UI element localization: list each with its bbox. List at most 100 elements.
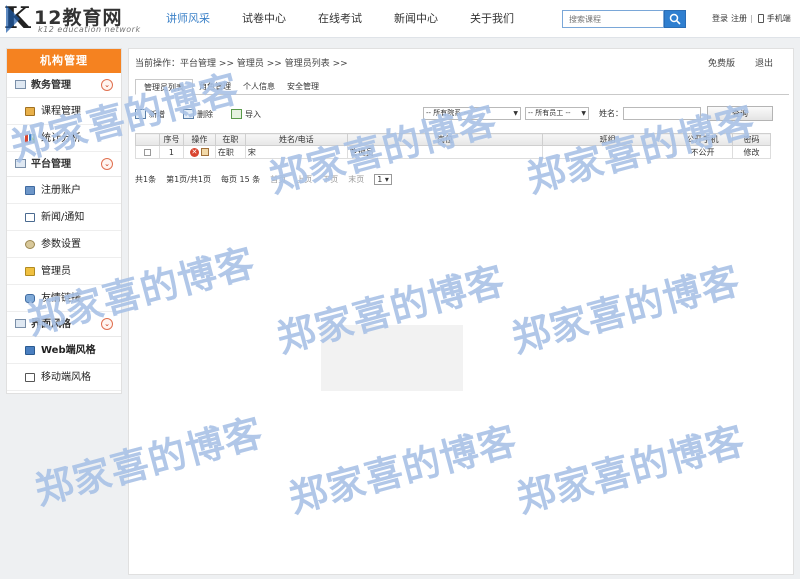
- search-button[interactable]: [664, 10, 686, 28]
- sidebar-item-links[interactable]: 友情链接: [7, 285, 121, 312]
- sidebar-item-label: Web端风格: [41, 345, 96, 356]
- sidebar-item-admins[interactable]: 管理员: [7, 258, 121, 285]
- header-password: 密码: [731, 133, 772, 146]
- sidebar-item-label: 移动端风格: [41, 372, 91, 383]
- login-link[interactable]: 登录: [712, 13, 728, 24]
- query-button[interactable]: 查询: [707, 106, 773, 121]
- breadcrumb-item[interactable]: 平台管理: [180, 59, 216, 69]
- row-select[interactable]: [135, 145, 160, 159]
- nav-item-lecturers[interactable]: 讲师风采: [150, 0, 226, 38]
- phone-icon: [757, 14, 764, 23]
- blank-placeholder: [321, 325, 463, 391]
- pager-next[interactable]: 下页: [322, 174, 338, 185]
- bar-chart-icon: [25, 134, 35, 143]
- header-select: [135, 133, 160, 146]
- cell-public-phone[interactable]: 不公开: [672, 145, 733, 159]
- platform-icon: [15, 159, 26, 168]
- cell-status: 在职: [214, 145, 246, 159]
- cell-name[interactable]: 宋: [244, 145, 348, 159]
- pager-per-page: 每页 15 条: [220, 175, 261, 184]
- sidebar-item-mobile-theme[interactable]: 移动端风格: [7, 364, 121, 391]
- page-select[interactable]: 1 ▾: [374, 174, 392, 185]
- sidebar-group-platform[interactable]: 平台管理 ⌄: [7, 152, 121, 177]
- import-label: 导入: [245, 109, 261, 119]
- staff-filter-select[interactable]: -- 所有员工 -- ▼: [525, 107, 589, 120]
- import-button[interactable]: 导入: [231, 107, 261, 121]
- nav-item-about[interactable]: 关于我们: [454, 0, 530, 38]
- nav-item-papers[interactable]: 试卷中心: [226, 0, 302, 38]
- collapse-icon[interactable]: ⌄: [101, 318, 113, 330]
- sidebar-item-label: 新闻/通知: [41, 212, 85, 223]
- top-bar: K 12教育网 k12 education network 讲师风采 试卷中心 …: [0, 0, 800, 38]
- header-post: 岗位: [346, 133, 544, 146]
- sidebar-item-label: 管理员: [41, 266, 71, 277]
- add-icon: [135, 109, 146, 119]
- import-icon: [231, 109, 242, 119]
- search-input[interactable]: [562, 10, 664, 28]
- sidebar: 机构管理 教务管理 ⌄ 课程管理 统计分析 平台管理 ⌄ 注册账户 新闻/通知: [6, 48, 122, 394]
- sidebar-item-statistics[interactable]: 统计分析: [7, 125, 121, 152]
- delete-button[interactable]: 删除: [183, 107, 213, 121]
- register-link[interactable]: 注册: [731, 13, 747, 24]
- sidebar-group-label: 平台管理: [31, 159, 71, 170]
- edit-row-icon[interactable]: [200, 148, 209, 156]
- key-icon: [25, 267, 35, 276]
- breadcrumb-item[interactable]: 管理员列表: [285, 59, 330, 69]
- school-filter-select[interactable]: -- 所有院系 -- ▼: [423, 107, 521, 120]
- delete-row-icon[interactable]: ✕: [189, 147, 199, 157]
- cell-post: 管理员: [346, 145, 544, 159]
- header-status: 在职: [214, 133, 246, 146]
- breadcrumb-separator: >>: [218, 59, 234, 69]
- checkbox[interactable]: [143, 148, 151, 156]
- top-links: 登录 注册 | 手机端: [712, 13, 791, 24]
- staff-filter-value: -- 所有员工 --: [528, 109, 571, 117]
- course-icon: [25, 107, 35, 116]
- pager-first[interactable]: 首页: [270, 174, 286, 185]
- add-button[interactable]: 新增: [135, 107, 165, 121]
- monitor-icon: [25, 346, 35, 355]
- admin-table: 序号 操作 在职 姓名/电话 岗位 班组 公开手机 密码 1 ✕ 在职 宋 管理…: [135, 133, 772, 159]
- table-header-row: 序号 操作 在职 姓名/电话 岗位 班组 公开手机 密码: [135, 133, 772, 146]
- tab-roles[interactable]: 角色管理: [193, 79, 237, 95]
- sidebar-item-label: 统计分析: [41, 133, 81, 144]
- theme-icon: [15, 319, 26, 328]
- pagination: 共1条 第1页/共1页 每页 15 条 首页 上页 下页 末页 1 ▾: [135, 174, 392, 185]
- sidebar-item-courses[interactable]: 课程管理: [7, 98, 121, 125]
- cell-password[interactable]: 修改: [731, 145, 772, 159]
- pager-last[interactable]: 末页: [348, 174, 364, 185]
- link-icon: [25, 294, 35, 303]
- sidebar-item-web-theme[interactable]: Web端风格: [7, 337, 121, 364]
- breadcrumb: 当前操作：平台管理 >> 管理员 >> 管理员列表 >>: [135, 56, 348, 69]
- header-name-phone: 姓名/电话: [244, 133, 348, 146]
- tab-profile[interactable]: 个人信息: [237, 79, 281, 95]
- nav-item-news[interactable]: 新闻中心: [378, 0, 454, 38]
- header-index: 序号: [158, 133, 184, 146]
- mobile-link[interactable]: 手机端: [767, 13, 791, 24]
- sidebar-item-accounts[interactable]: 注册账户: [7, 177, 121, 204]
- sidebar-item-label: 注册账户: [41, 185, 81, 196]
- sidebar-item-label: 课程管理: [41, 106, 81, 117]
- name-label: 姓名：: [599, 109, 623, 118]
- school-filter-value: -- 所有院系 --: [426, 109, 469, 117]
- logo-subtitle: k12 education network: [38, 25, 141, 34]
- collapse-icon[interactable]: ⌄: [101, 158, 113, 170]
- pager-page-info: 第1页/共1页: [166, 175, 211, 184]
- collapse-icon[interactable]: ⌄: [101, 79, 113, 91]
- tab-admin-list[interactable]: 管理员列表: [135, 79, 193, 95]
- cell-index: 1: [158, 145, 184, 159]
- main-nav: 讲师风采 试卷中心 在线考试 新闻中心 关于我们: [150, 0, 530, 38]
- name-input[interactable]: [623, 107, 701, 120]
- sidebar-group-theme[interactable]: 界面风格 ⌄: [7, 312, 121, 337]
- table-row[interactable]: 1 ✕ 在职 宋 管理员 不公开 修改: [135, 145, 772, 159]
- pager-prev[interactable]: 上页: [296, 174, 312, 185]
- sidebar-item-news[interactable]: 新闻/通知: [7, 204, 121, 231]
- sidebar-item-settings[interactable]: 参数设置: [7, 231, 121, 258]
- tab-security[interactable]: 安全管理: [281, 79, 325, 95]
- breadcrumb-item[interactable]: 管理员: [237, 59, 264, 69]
- sidebar-group-academic[interactable]: 教务管理 ⌄: [7, 73, 121, 98]
- nav-item-online-exam[interactable]: 在线考试: [302, 0, 378, 38]
- edition-label: 免费版: [707, 59, 735, 69]
- sidebar-group-label: 界面风格: [31, 319, 71, 330]
- logout-link[interactable]: 退出: [755, 56, 773, 69]
- toolbar: 新增 删除 导入 -- 所有院系 -- ▼ -- 所有员工 -- ▼ 姓名： 查…: [135, 105, 789, 123]
